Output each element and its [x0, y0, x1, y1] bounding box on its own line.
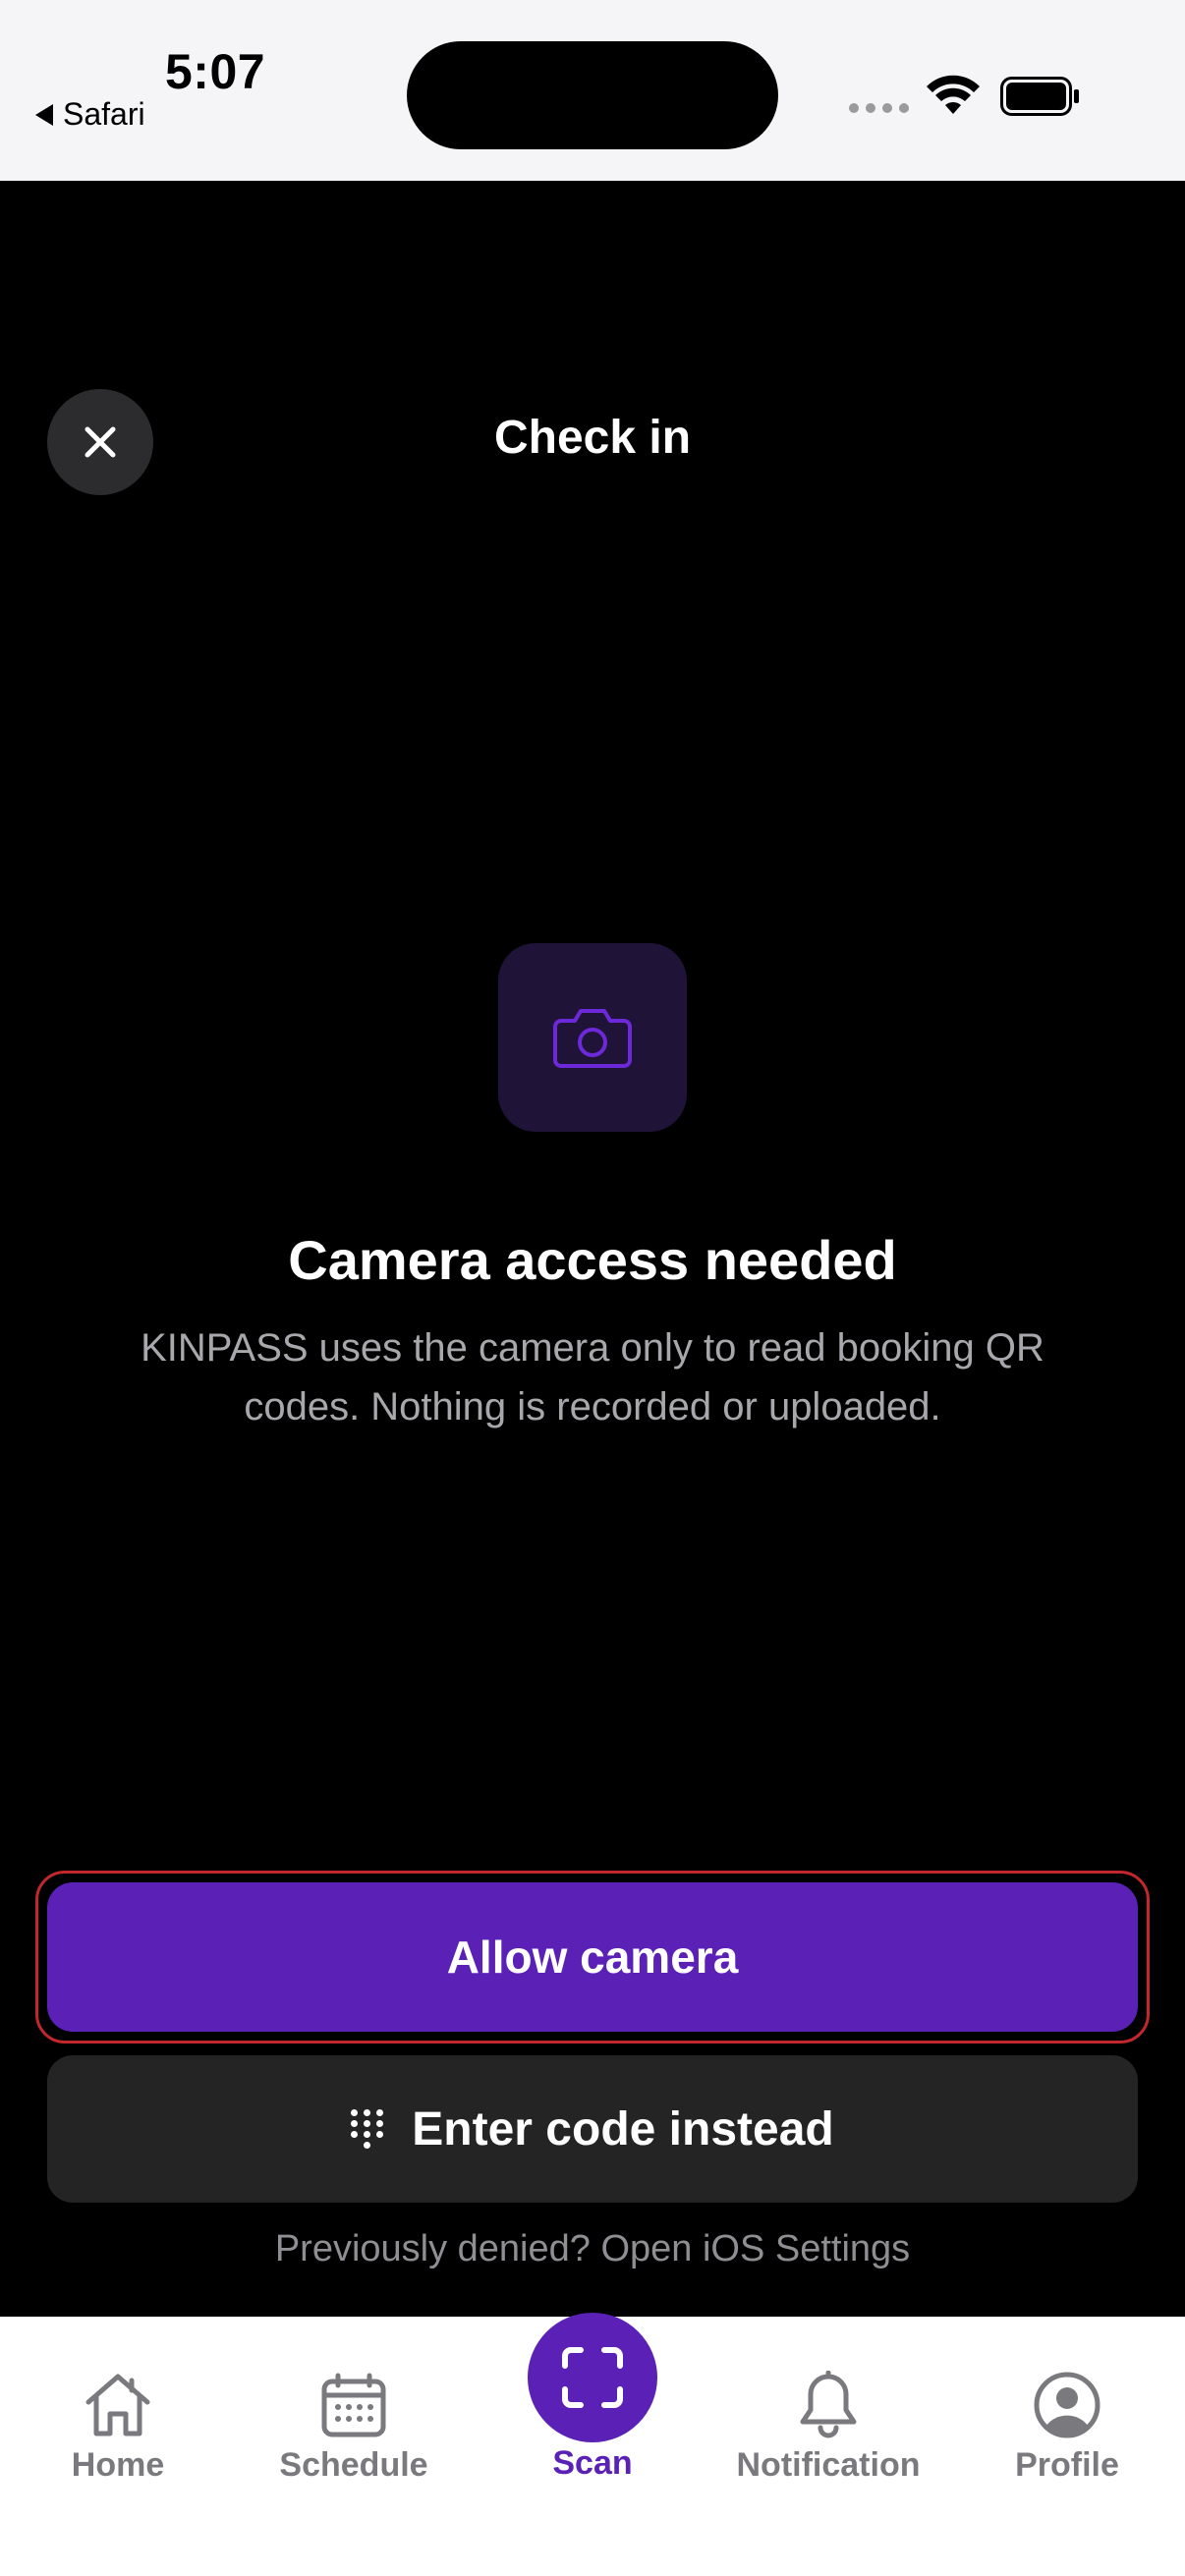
enter-code-label: Enter code instead	[412, 2102, 834, 2156]
permission-description: KINPASS uses the camera only to read boo…	[141, 1326, 1044, 1428]
tab-notification[interactable]: Notification	[710, 2317, 946, 2493]
tab-schedule-label: Schedule	[279, 2446, 428, 2484]
tab-bar: Home Schedule Scan Notification Profile	[0, 2313, 1185, 2576]
tab-home-label: Home	[71, 2446, 165, 2484]
keypad-icon	[351, 2106, 384, 2152]
allow-camera-label: Allow camera	[446, 1932, 739, 1983]
scan-icon	[562, 2347, 623, 2408]
open-settings-link[interactable]: Previously denied? Open iOS Settings	[0, 2228, 1185, 2270]
tab-notification-label: Notification	[736, 2446, 921, 2484]
allow-camera-button[interactable]: Allow camera	[47, 1882, 1138, 2032]
tab-profile[interactable]: Profile	[949, 2317, 1185, 2493]
dynamic-island	[407, 41, 778, 149]
tab-schedule[interactable]: Schedule	[236, 2317, 472, 2493]
cellular-signal-icon	[849, 103, 909, 113]
bell-icon	[800, 2371, 857, 2438]
back-app-label: Safari	[63, 96, 145, 132]
status-time: 5:07	[165, 44, 266, 99]
tab-scan-label: Scan	[552, 2444, 633, 2482]
back-to-app-link[interactable]: Safari	[35, 96, 145, 133]
tab-scan[interactable]: Scan	[475, 2313, 710, 2509]
camera-icon	[553, 1009, 632, 1068]
enter-code-button[interactable]: Enter code instead	[47, 2055, 1138, 2203]
page-title: Check in	[493, 412, 692, 464]
profile-icon	[1034, 2372, 1100, 2438]
wifi-icon	[927, 75, 980, 114]
battery-icon	[1000, 77, 1079, 116]
screen: 5:07 Safari Check in Camera access neede…	[0, 0, 1185, 2576]
tab-profile-label: Profile	[1015, 2446, 1119, 2484]
status-bar: 5:07 Safari	[0, 0, 1185, 181]
home-icon	[85, 2374, 150, 2436]
permission-headline: Camera access needed	[288, 1229, 897, 1291]
calendar-icon	[321, 2373, 386, 2437]
back-arrow-icon	[35, 103, 53, 126]
tab-home[interactable]: Home	[0, 2317, 236, 2493]
camera-tile	[498, 943, 687, 1132]
